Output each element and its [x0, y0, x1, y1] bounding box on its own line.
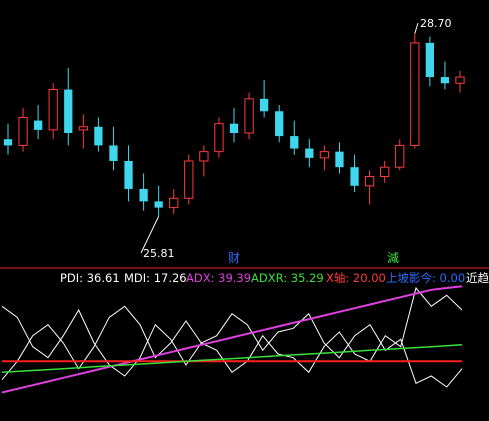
- legend-axis: X轴: 20.00: [326, 271, 386, 285]
- candle-body-down: [350, 167, 359, 186]
- legend-mdi: MDI: 17.26: [124, 271, 187, 285]
- candle-body-up: [395, 144, 405, 168]
- candle-body-down: [229, 123, 239, 133]
- candle: [410, 33, 420, 149]
- legend-pdi: PDI: 36.61: [60, 271, 120, 285]
- candle-body-down: [290, 136, 299, 149]
- low-price-label: 25.81: [143, 247, 175, 260]
- candle-body-up: [364, 176, 375, 187]
- candle-body-down: [275, 111, 284, 137]
- candle-body-up: [199, 151, 209, 162]
- candle-body-down: [305, 148, 314, 158]
- legend-jinchao: 近趋: [466, 271, 489, 285]
- candle-body-down: [33, 120, 43, 130]
- candle-body-down: [124, 160, 133, 189]
- candle-body-up: [455, 76, 465, 84]
- candle-body-up: [410, 42, 420, 146]
- candle-body-up: [78, 126, 88, 131]
- legend-adx: ADX: 39.39: [186, 271, 251, 285]
- candle-body-down: [139, 188, 148, 202]
- candle-body-down: [440, 77, 450, 84]
- candle-body-up: [48, 88, 58, 131]
- candle-body-up: [244, 98, 254, 134]
- chart-canvas: 25.81 28.70 财 減 PDI: 36.61 MDI: 17.26 AD…: [0, 0, 489, 421]
- candle-body-down: [109, 145, 118, 161]
- candle-body-down: [154, 201, 163, 208]
- candle-body-up: [184, 160, 194, 199]
- candle: [214, 117, 224, 158]
- candle-body-down: [94, 126, 103, 146]
- indicator-legend: PDI: 36.61 MDI: 17.26 ADX: 39.39 ADXR: 3…: [60, 271, 489, 285]
- candle-body-up: [214, 123, 224, 153]
- reduce-marker: 減: [387, 250, 399, 265]
- candle-body-up: [319, 151, 330, 159]
- candle-body-up: [169, 197, 179, 209]
- legend-shangpo: 上坡影今: 0.00: [386, 271, 465, 285]
- candle-body-up: [18, 116, 28, 146]
- candle-body-down: [335, 151, 344, 168]
- high-price-label: 28.70: [420, 17, 452, 30]
- candle-body-down: [64, 89, 73, 133]
- legend-adxr: ADXR: 35.29: [251, 271, 324, 285]
- candle-body-down: [259, 98, 269, 112]
- candle-body-down: [3, 139, 13, 146]
- finance-marker: 财: [228, 251, 240, 265]
- candle-body-down: [425, 42, 435, 78]
- candle: [184, 154, 194, 205]
- candle: [244, 92, 254, 140]
- candle-body-up: [380, 166, 390, 178]
